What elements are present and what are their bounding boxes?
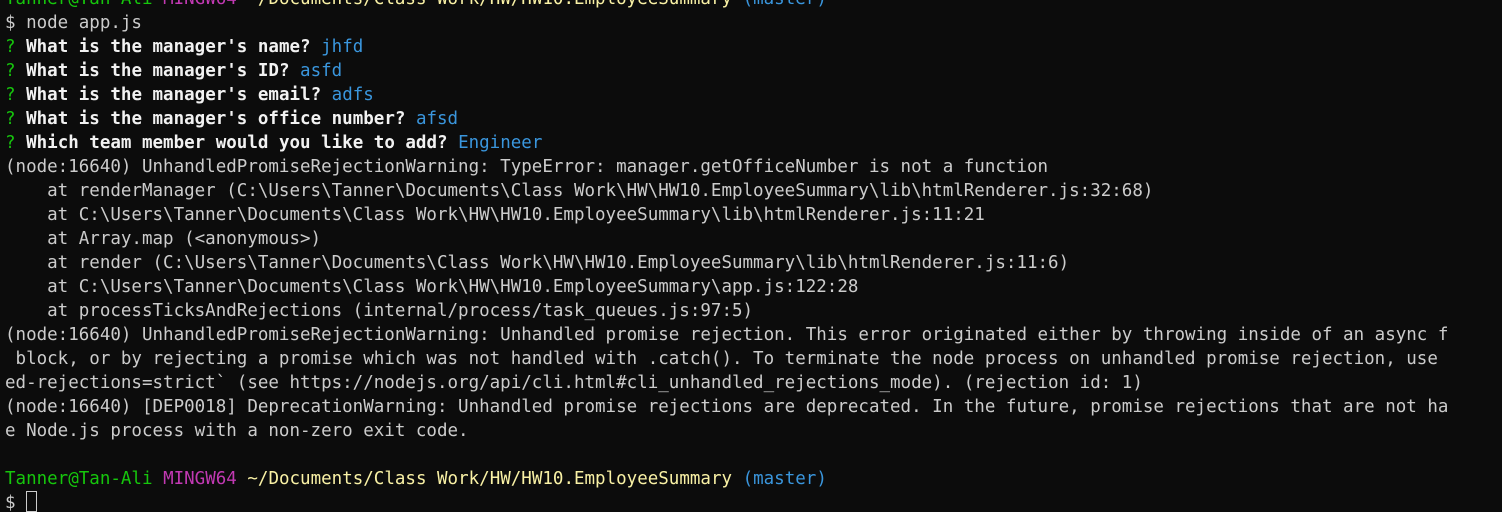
output-line: (node:16640) UnhandledPromiseRejectionWa… bbox=[5, 157, 1049, 177]
question-marker: ? bbox=[5, 133, 16, 153]
prompt-shell: MINGW64 bbox=[163, 0, 237, 9]
question-marker: ? bbox=[5, 109, 16, 129]
answer-text: Engineer bbox=[458, 133, 543, 153]
answer-text: afsd bbox=[415, 109, 459, 129]
shell-prompt-line: Tanner@Tan-Ali MINGW64 ~/Documents/Class… bbox=[5, 0, 1502, 11]
prompt-path: ~/Documents/Class Work/HW/HW10.EmployeeS… bbox=[247, 469, 733, 489]
output-line: at processTicksAndRejections (internal/p… bbox=[5, 301, 754, 321]
input-line[interactable]: $ bbox=[5, 491, 1502, 512]
answer-text: jhfd bbox=[321, 37, 364, 57]
question-marker: ? bbox=[5, 61, 16, 81]
prompt-path: ~/Documents/Class Work/HW/HW10.EmployeeS… bbox=[247, 0, 732, 9]
output-line: e Node.js process with a non-zero exit c… bbox=[5, 421, 469, 441]
output-line: ed-rejections=strict` (see https://nodej… bbox=[5, 373, 1143, 393]
prompt-branch: (master) bbox=[743, 0, 827, 9]
question-marker: ? bbox=[5, 85, 16, 105]
output-line: at render (C:\Users\Tanner\Documents\Cla… bbox=[5, 253, 1070, 273]
prompt-user: Tanner@Tan-Ali bbox=[5, 469, 153, 489]
question-text: What is the manager's name? bbox=[26, 37, 311, 57]
prompt-branch: (master) bbox=[742, 469, 827, 489]
question-text: What is the manager's ID? bbox=[26, 61, 290, 81]
output-line: at C:\Users\Tanner\Documents\Class Work\… bbox=[5, 277, 859, 297]
prompt-user: Tanner@Tan-Ali bbox=[5, 0, 153, 9]
output-line: (node:16640) UnhandledPromiseRejectionWa… bbox=[5, 325, 1449, 345]
cursor-block bbox=[26, 491, 38, 512]
output-line: at renderManager (C:\Users\Tanner\Docume… bbox=[5, 181, 1154, 201]
output-line: (node:16640) [DEP0018] DeprecationWarnin… bbox=[5, 397, 1449, 417]
question-text: What is the manager's office number? bbox=[26, 109, 406, 129]
question-text: What is the manager's email? bbox=[26, 85, 322, 105]
answer-text: adfs bbox=[331, 85, 374, 105]
qa-line: ? What is the manager's email? adfs bbox=[5, 83, 1502, 107]
question-text: Which team member would you like to add? bbox=[26, 133, 448, 153]
output-line: at Array.map (<anonymous>) bbox=[5, 229, 322, 249]
prompt-shell: MINGW64 bbox=[163, 469, 237, 489]
qa-line: ? What is the manager's office number? a… bbox=[5, 107, 1502, 131]
qa-line: ? Which team member would you like to ad… bbox=[5, 131, 1502, 155]
final-prompt: $ bbox=[5, 493, 27, 512]
qa-line: ? What is the manager's name? jhfd bbox=[5, 35, 1502, 59]
qa-line: ? What is the manager's ID? asfd bbox=[5, 59, 1502, 83]
command-line: $ node app.js bbox=[5, 13, 142, 33]
question-marker: ? bbox=[5, 37, 16, 57]
output-line: block, or by rejecting a promise which w… bbox=[5, 349, 1438, 369]
terminal-window[interactable]: Tanner@Tan-Ali MINGW64 ~/Documents/Class… bbox=[5, 0, 1502, 512]
shell-prompt-line: Tanner@Tan-Ali MINGW64 ~/Documents/Class… bbox=[5, 467, 1502, 491]
answer-text: asfd bbox=[300, 61, 343, 81]
output-line: at C:\Users\Tanner\Documents\Class Work\… bbox=[5, 205, 985, 225]
